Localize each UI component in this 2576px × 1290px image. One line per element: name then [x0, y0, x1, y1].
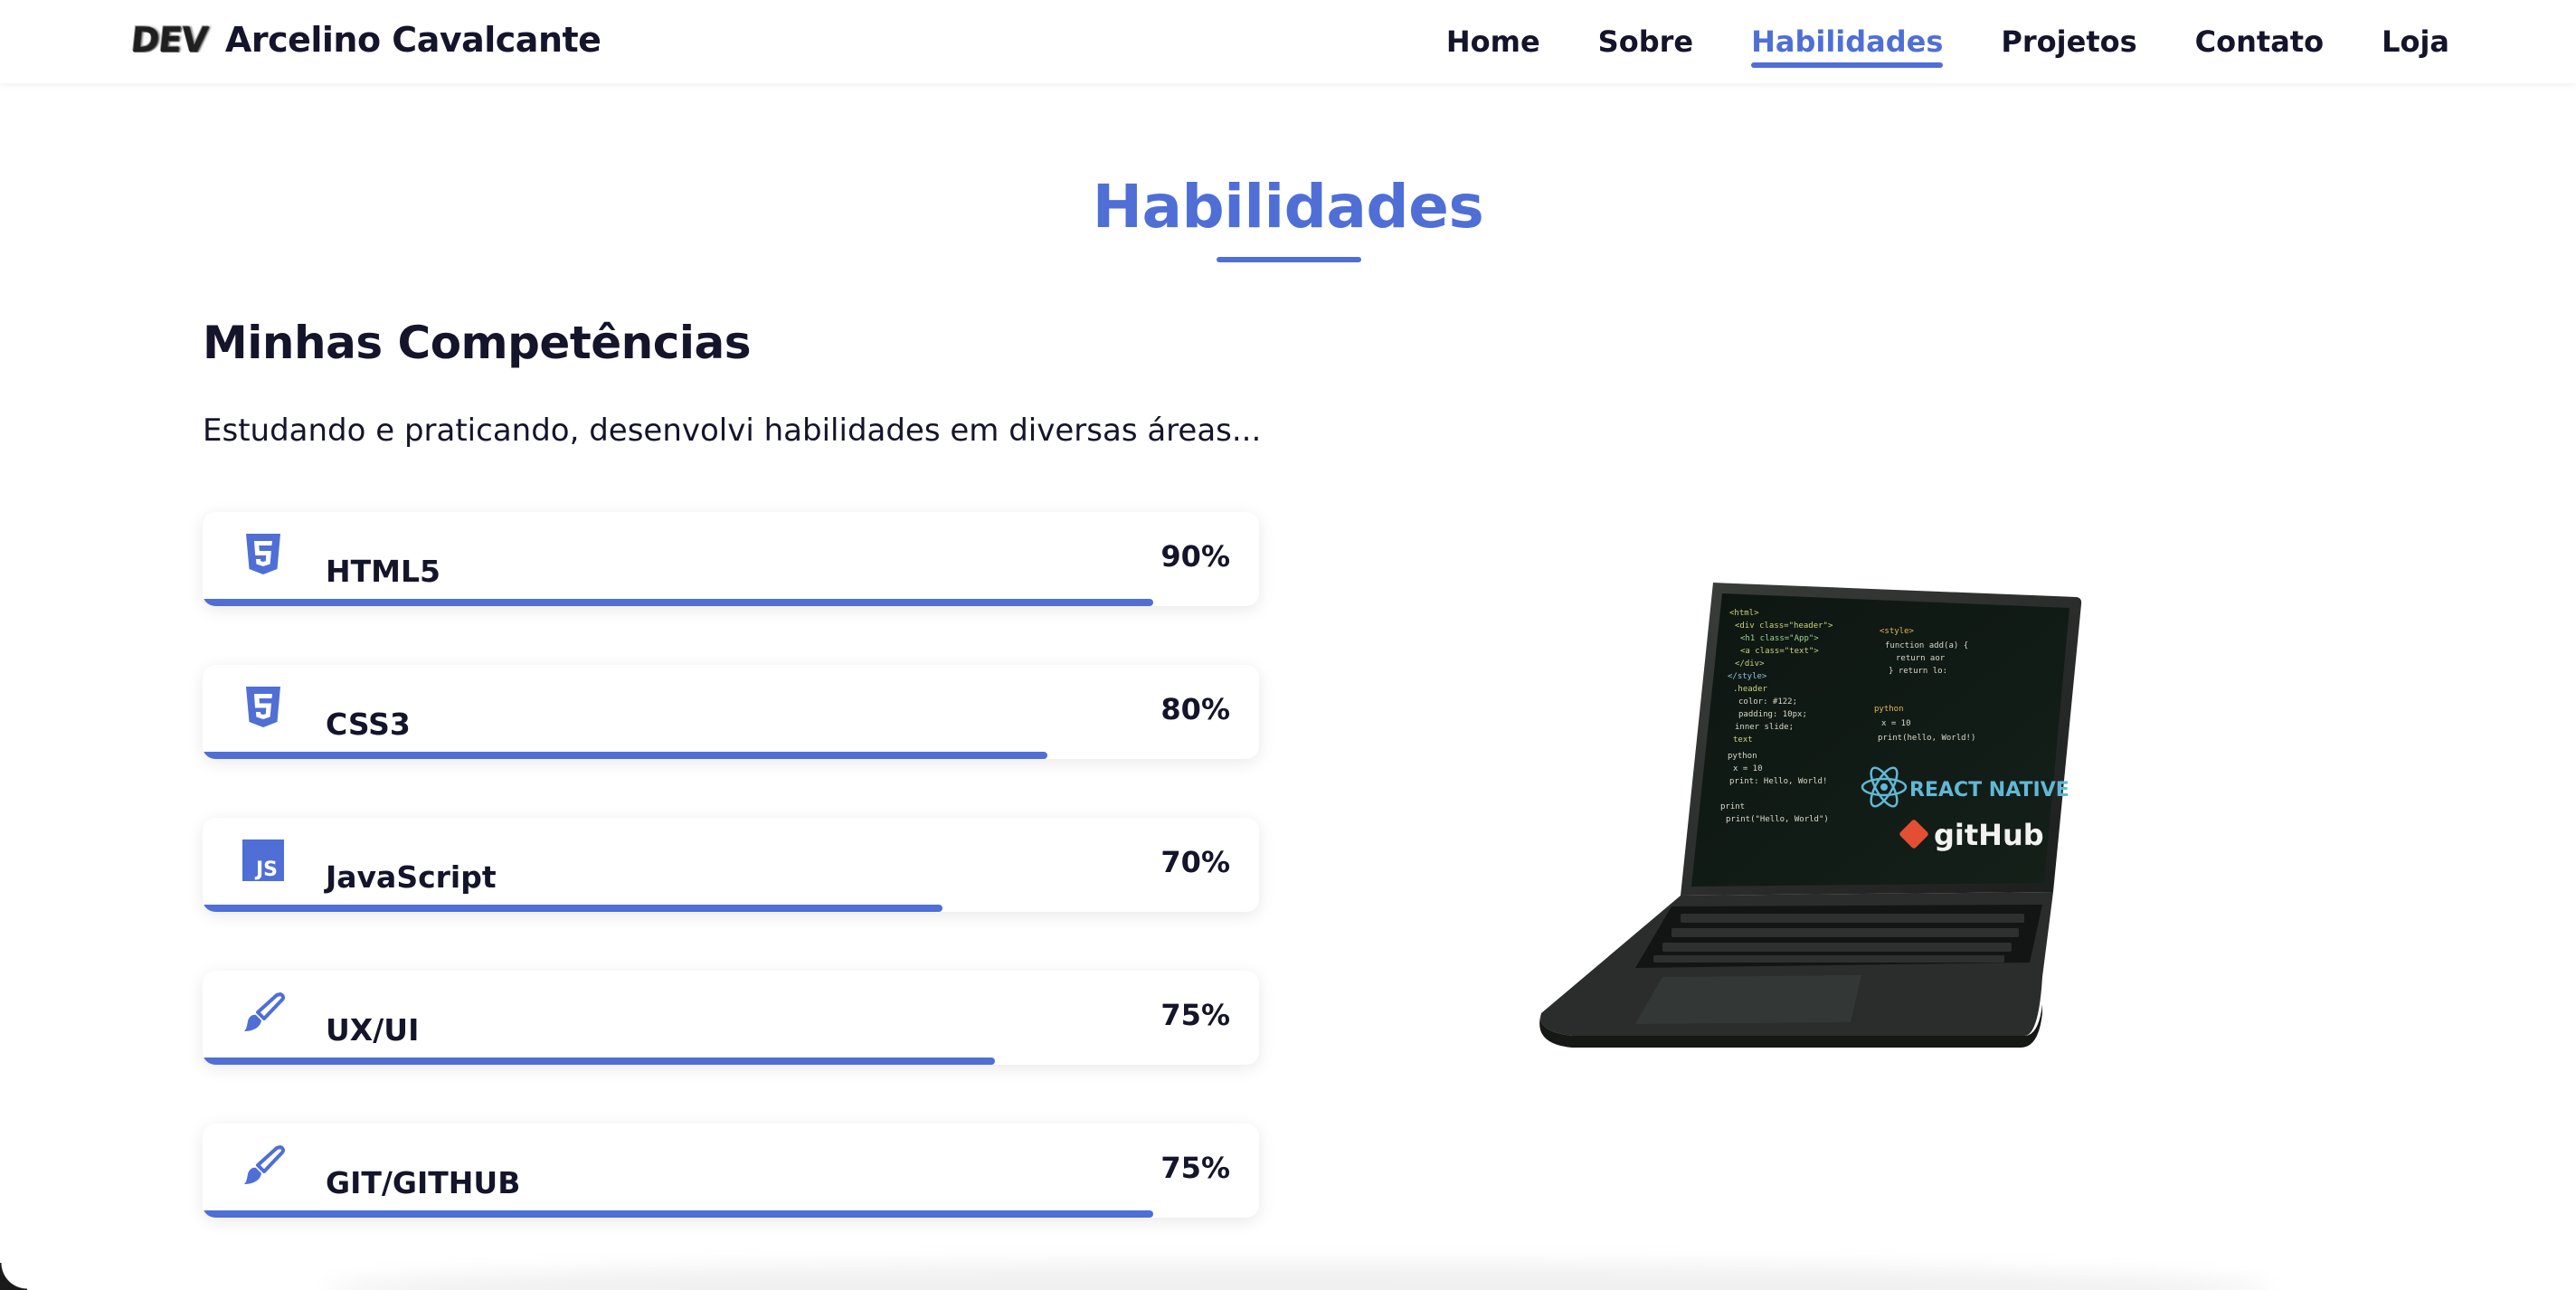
skill-progress-track — [203, 1210, 1259, 1218]
svg-text:return aor: return aor — [1896, 654, 1946, 663]
nav-contato[interactable]: Contato — [2195, 19, 2324, 64]
skill-progress-fill — [203, 905, 942, 912]
svg-text:print: print — [1720, 802, 1745, 811]
nav-sobre[interactable]: Sobre — [1598, 19, 1693, 64]
skill-card-uxui: UX/UI 75% — [203, 971, 1259, 1065]
html5-icon — [241, 532, 286, 577]
svg-text:padding: 10px;: padding: 10px; — [1738, 710, 1807, 719]
svg-text:python: python — [1874, 705, 1904, 714]
svg-text:x = 10: x = 10 — [1733, 764, 1763, 773]
window-corner — [0, 1263, 27, 1290]
skill-name: HTML5 — [326, 554, 440, 589]
dev-logo: DEV — [128, 20, 210, 60]
title-underline — [1217, 257, 1361, 262]
css3-icon — [241, 685, 286, 730]
skill-percent: 75% — [1160, 998, 1230, 1032]
skill-card-css3: CSS3 80% — [203, 665, 1259, 759]
skill-progress-track — [203, 905, 1259, 912]
top-navbar: DEV Arcelino Cavalcante Home Sobre Habil… — [0, 0, 2576, 83]
svg-text:<div class="header">: <div class="header"> — [1735, 621, 1833, 631]
brush-icon — [241, 1143, 286, 1189]
skill-progress-fill — [203, 1210, 1154, 1218]
subtitle: Minhas Competências — [203, 317, 752, 369]
laptop-illustration: <html> <div class="header"> <h1 class="A… — [1536, 579, 2088, 1049]
section-title: Habilidades — [1092, 172, 1484, 242]
page: DEV Arcelino Cavalcante Home Sobre Habil… — [0, 0, 2576, 1290]
skill-progress-track — [203, 599, 1259, 606]
svg-text:print: Hello, World!: print: Hello, World! — [1729, 777, 1827, 786]
skill-name: GIT/GITHUB — [326, 1165, 521, 1200]
skill-progress-fill — [203, 752, 1048, 759]
svg-text:<a class="text">: <a class="text"> — [1740, 647, 1819, 656]
svg-text:color: #122;: color: #122; — [1738, 697, 1797, 707]
nav-home[interactable]: Home — [1446, 19, 1540, 64]
nav-projetos[interactable]: Projetos — [2001, 19, 2136, 64]
skill-card-html5: HTML5 90% — [203, 512, 1259, 606]
svg-text:inner slide;: inner slide; — [1735, 723, 1794, 732]
skill-percent: 90% — [1160, 539, 1230, 574]
javascript-icon: JS — [241, 838, 286, 883]
section-description: Estudando e praticando, desenvolvi habil… — [203, 413, 1262, 449]
skill-progress-fill — [203, 1058, 995, 1065]
react-native-label: REACT NATIVE — [1909, 779, 2069, 802]
skill-card-javascript: JS JavaScript 70% — [203, 818, 1259, 912]
skill-progress-track — [203, 752, 1259, 759]
brush-icon — [241, 991, 286, 1036]
nav-habilidades[interactable]: Habilidades — [1751, 19, 1944, 68]
laptop-svg: <html> <div class="header"> <h1 class="A… — [1539, 583, 2082, 1048]
svg-text:text: text — [1733, 735, 1753, 745]
skills-list: HTML5 90% CSS3 80% JS JavaScript 70% UX/… — [203, 512, 1259, 1276]
svg-text:</style>: </style> — [1728, 672, 1767, 681]
skill-percent: 70% — [1160, 845, 1230, 879]
svg-text:x = 10: x = 10 — [1881, 719, 1911, 728]
svg-text:print(hello, World!): print(hello, World!) — [1878, 734, 1975, 743]
svg-text:python: python — [1728, 752, 1757, 761]
skill-percent: 80% — [1160, 692, 1230, 726]
skill-card-git-github: GIT/GITHUB 75% — [203, 1124, 1259, 1218]
nav-loja[interactable]: Loja — [2382, 19, 2449, 64]
skill-percent: 75% — [1160, 1151, 1230, 1185]
svg-text:<html>: <html> — [1729, 609, 1759, 618]
main-nav: Home Sobre Habilidades Projetos Contato … — [1388, 0, 2449, 83]
brand-name: Arcelino Cavalcante — [224, 20, 601, 60]
svg-text:<h1 class="App">: <h1 class="App"> — [1740, 634, 1819, 643]
svg-text:</div>: </div> — [1735, 659, 1765, 669]
skill-name: CSS3 — [326, 707, 411, 742]
svg-text:JS: JS — [254, 858, 278, 881]
brand[interactable]: DEV Arcelino Cavalcante — [128, 20, 601, 60]
skill-name: JavaScript — [326, 859, 497, 895]
skill-progress-track — [203, 1058, 1259, 1065]
github-label: gitHub — [1934, 818, 2044, 852]
svg-text:print("Hello, World"): print("Hello, World") — [1726, 815, 1829, 824]
skill-name: UX/UI — [326, 1012, 420, 1048]
svg-text:} return lo:: } return lo: — [1889, 667, 1947, 676]
svg-text:<style>: <style> — [1880, 627, 1915, 636]
svg-text:function add(a) {: function add(a) { — [1885, 641, 1968, 650]
svg-text:.header: .header — [1733, 685, 1768, 694]
skill-progress-fill — [203, 599, 1154, 606]
